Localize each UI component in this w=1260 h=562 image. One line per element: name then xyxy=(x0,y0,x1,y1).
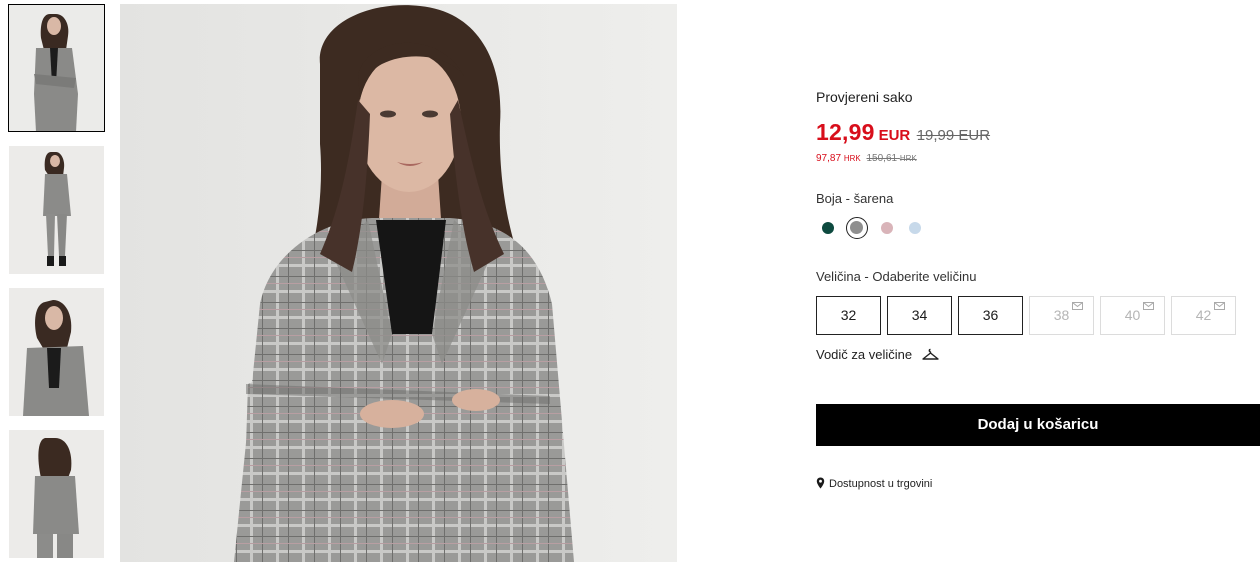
size-option-32[interactable]: 32 xyxy=(816,296,881,335)
add-to-cart-button[interactable]: Dodaj u košaricu xyxy=(816,404,1260,446)
price-primary: 12,99 EUR 19,99 EUR xyxy=(816,119,990,146)
size-option-34[interactable]: 34 xyxy=(887,296,952,335)
product-title: Provjereni sako xyxy=(816,89,913,105)
thumbnail-three-quarter[interactable] xyxy=(9,288,104,416)
size-guide-label: Vodič za veličine xyxy=(816,347,913,362)
thumbnail-image xyxy=(9,146,104,274)
thumbnail-image xyxy=(9,430,104,558)
price-currency: EUR xyxy=(878,127,911,144)
price-secondary-current: 97,87 HRK xyxy=(816,153,861,164)
store-availability-link[interactable]: Dostupnost u trgovini xyxy=(816,477,932,490)
envelope-icon xyxy=(1214,302,1225,310)
model-photo xyxy=(120,4,677,562)
color-swatch-light-blue[interactable] xyxy=(909,222,921,234)
price-secondary-old: 150,61 HRK xyxy=(866,153,917,164)
thumbnail-front-full[interactable] xyxy=(8,4,105,132)
size-option-36[interactable]: 36 xyxy=(958,296,1023,335)
color-swatch-grey-fill xyxy=(850,221,863,234)
size-option-label: 42 xyxy=(1195,307,1212,323)
location-pin-icon xyxy=(816,477,825,489)
envelope-icon xyxy=(1072,302,1083,310)
thumbnail-image xyxy=(9,288,104,416)
price-old: 19,99 EUR xyxy=(916,127,991,144)
store-availability-label: Dostupnost u trgovini xyxy=(829,478,933,490)
color-swatch-pink[interactable] xyxy=(881,222,893,234)
thumbnail-full-body[interactable] xyxy=(9,146,104,274)
main-product-image[interactable] xyxy=(120,4,677,562)
size-option-40[interactable]: 40 xyxy=(1100,296,1165,335)
size-option-38[interactable]: 38 xyxy=(1029,296,1094,335)
thumbnail-back[interactable] xyxy=(9,430,104,558)
thumbnail-image xyxy=(8,4,105,132)
size-option-42[interactable]: 42 xyxy=(1171,296,1236,335)
size-label: Veličina - Odaberite veličinu xyxy=(816,269,977,284)
color-swatch-grey[interactable] xyxy=(846,217,868,239)
price-secondary: 97,87 HRK 150,61 HRK xyxy=(816,153,917,164)
price-current: 12,99 xyxy=(816,119,875,145)
hanger-icon xyxy=(922,348,939,360)
size-guide-link[interactable]: Vodič za veličine xyxy=(816,347,939,362)
size-option-label: 40 xyxy=(1124,307,1141,323)
product-details: Provjereni sako 12,99 EUR 19,99 EUR 97,87… xyxy=(816,0,1260,562)
envelope-icon xyxy=(1143,302,1154,310)
color-label: Boja - šarena xyxy=(816,191,894,206)
color-swatch-green[interactable] xyxy=(822,222,834,234)
size-option-label: 38 xyxy=(1053,307,1070,323)
